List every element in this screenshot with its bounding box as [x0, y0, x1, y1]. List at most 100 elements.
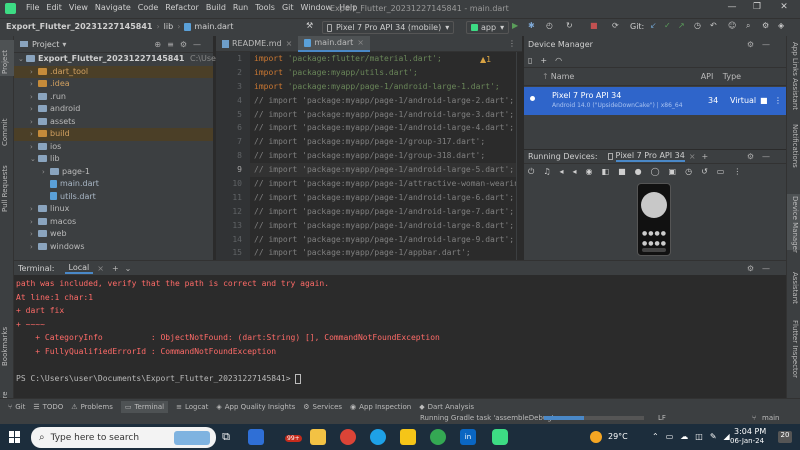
menu-build[interactable]: Build [206, 3, 226, 12]
app-links-assistant-button[interactable]: App Links Assistant [791, 42, 799, 110]
file-explorer-icon[interactable] [310, 429, 326, 445]
chrome-icon[interactable] [340, 429, 356, 445]
breadcrumb-lib[interactable]: lib [164, 22, 174, 31]
gradle-task-status[interactable]: Running Gradle task 'assembleDebug'... [420, 414, 560, 422]
tree-item[interactable]: › windows [14, 241, 213, 254]
project-root[interactable]: ⌄Export_Flutter_20231227145841 C:\Users\… [14, 53, 252, 66]
chevron-right-icon[interactable]: › [30, 141, 38, 154]
chevron-down-icon[interactable]: ⌄ [30, 153, 38, 166]
stop-icon[interactable]: ■ [590, 21, 598, 30]
close-icon[interactable]: × [97, 264, 104, 273]
assistant-button[interactable]: Assistant [791, 272, 799, 304]
breadcrumb-project[interactable]: Export_Flutter_20231227145841 [6, 22, 152, 31]
tree-item[interactable]: › ios [14, 141, 213, 154]
menu-git[interactable]: Git [282, 3, 294, 12]
history-icon[interactable]: ◷ [694, 21, 701, 30]
tree-item[interactable]: › android [14, 103, 213, 116]
chevron-right-icon[interactable]: › [30, 216, 38, 229]
git-branch[interactable]: main [762, 414, 780, 422]
app-icons[interactable]: ●●●● [642, 230, 666, 237]
minimize-icon[interactable]: — [725, 2, 739, 16]
code-line[interactable]: import 'package:myapp/page-1/android-lar… [250, 80, 522, 94]
tool-todo[interactable]: ☰ TODO [33, 403, 63, 411]
chevron-right-icon[interactable]: › [30, 78, 38, 91]
code-line[interactable]: // import 'package:myapp/page-1/android-… [250, 108, 522, 122]
tree-item[interactable]: › macos [14, 216, 213, 229]
edge-icon[interactable] [370, 429, 386, 445]
panel-actions-icon[interactable]: ⊕≡⚙— [154, 40, 207, 49]
chevron-down-icon[interactable]: ▾ [62, 40, 66, 49]
tree-item[interactable]: › assets [14, 116, 213, 129]
panel-actions-icon[interactable]: ⚙— [747, 36, 778, 53]
tree-item[interactable]: › linux [14, 203, 213, 216]
device-row-selected[interactable]: Pixel 7 Pro API 34 Android 14.0 ("Upside… [524, 87, 786, 115]
running-device-tab[interactable]: Pixel 7 Pro API 34 [615, 151, 685, 162]
sort-icon[interactable]: ↑ [542, 72, 549, 81]
settings-icon[interactable]: ⚙ [762, 21, 769, 30]
tool-services[interactable]: ⚙ Services [303, 403, 342, 411]
tree-item[interactable]: › page-1 [14, 166, 213, 179]
col-type[interactable]: Type [723, 72, 741, 81]
tab-main-dart[interactable]: main.dart × [298, 35, 370, 52]
tool-app-quality-insights[interactable]: ◈ App Quality Insights [216, 403, 295, 411]
phone-icon[interactable]: ▯ [528, 56, 532, 65]
tool-terminal[interactable]: ▭ Terminal [120, 400, 169, 413]
clock-date[interactable]: 06-Jan-24 [730, 437, 764, 445]
terminal-output[interactable]: path was included, verify that the path … [14, 275, 786, 386]
chevron-right-icon[interactable]: › [30, 228, 38, 241]
task-view-icon[interactable]: ⧉ [218, 429, 234, 445]
tab-readme[interactable]: README.md × [216, 36, 298, 52]
tree-item[interactable]: › .dart_tool [14, 65, 213, 78]
search-icon[interactable]: ⌕ [746, 21, 750, 31]
menu-refactor[interactable]: Refactor [165, 3, 199, 12]
flutter-inspector-button[interactable]: Flutter Inspector [791, 320, 799, 378]
tool-dart-analysis[interactable]: ◆ Dart Analysis [419, 403, 474, 411]
avatar-icon[interactable]: ☺ [728, 21, 736, 30]
git-push-icon[interactable]: ↗ [678, 21, 685, 30]
code-line[interactable]: // import 'package:myapp/page-1/group-31… [250, 135, 522, 149]
close-icon[interactable]: × [689, 152, 696, 161]
code-line[interactable]: // import 'package:myapp/page-1/android-… [250, 121, 522, 135]
tree-item[interactable]: › build [14, 128, 213, 141]
menu-run[interactable]: Run [233, 3, 248, 12]
windows-start-icon[interactable] [9, 431, 21, 443]
profile-icon[interactable]: ◴ [546, 21, 553, 30]
git-commit-icon[interactable]: ✓ [664, 21, 671, 30]
code-line[interactable]: // import 'package:myapp/page-1/group-31… [250, 149, 522, 163]
hammer-icon[interactable]: ⚒ [306, 21, 313, 30]
emulator-screen[interactable]: ●●●● ●●●● [637, 183, 671, 256]
terminal-tab-local[interactable]: Local [64, 263, 94, 274]
tool-problems[interactable]: ⚠ Problems [71, 403, 113, 411]
search-widget[interactable] [642, 248, 666, 252]
tool-git[interactable]: ⑂ Git [8, 403, 25, 411]
chevron-right-icon[interactable]: › [30, 116, 38, 129]
code-line[interactable]: // import 'package:myapp/page-1/android-… [250, 233, 522, 247]
chevron-right-icon[interactable]: › [30, 241, 38, 254]
tree-item[interactable]: › .idea [14, 78, 213, 91]
notifications-button[interactable]: Notifications [791, 124, 799, 168]
code-line[interactable]: // import 'package:myapp/page-1/android-… [250, 94, 522, 108]
notification-center[interactable]: 20 [778, 431, 792, 443]
plugin-icon[interactable]: ◈ [778, 21, 784, 30]
debug-icon[interactable]: ✱ [528, 21, 535, 30]
add-icon[interactable]: + [112, 264, 119, 273]
tree-item[interactable]: main.dart [14, 178, 213, 191]
menu-file[interactable]: File [26, 3, 39, 12]
app-icons[interactable]: ●●●● [642, 240, 666, 247]
menu-navigate[interactable]: Navigate [95, 3, 131, 12]
close-icon[interactable]: × [357, 35, 364, 51]
tree-item[interactable]: › web [14, 228, 213, 241]
code-line[interactable]: // import 'package:myapp/page-1/attracti… [250, 177, 522, 191]
code-line[interactable]: // import 'package:myapp/page-1/android-… [250, 205, 522, 219]
tool-logcat[interactable]: ≡ Logcat [176, 403, 208, 411]
android-studio-icon[interactable] [492, 429, 508, 445]
project-tool-button[interactable]: Project [1, 50, 9, 74]
chevron-right-icon[interactable]: › [30, 203, 38, 216]
add-icon[interactable]: + [540, 56, 547, 65]
reload-icon[interactable]: ↻ [566, 21, 573, 30]
project-panel-title[interactable]: Project [32, 40, 59, 49]
code-line[interactable]: // import 'package:myapp/page-1/android-… [250, 219, 522, 233]
taskbar-search-box[interactable]: ⌕ Type here to search [31, 427, 216, 448]
tree-item[interactable]: utils.dart [14, 191, 213, 204]
menu-view[interactable]: View [69, 3, 88, 12]
